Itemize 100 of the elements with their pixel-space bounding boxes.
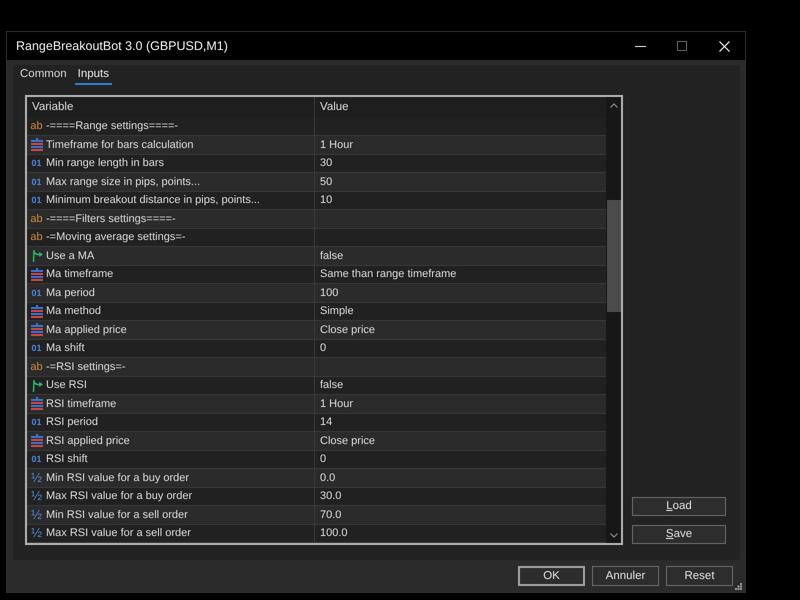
parameter-name: Ma period bbox=[46, 286, 95, 299]
list-icon bbox=[30, 397, 42, 410]
table-row[interactable]: ½ Max RSI value for a sell order 100.0 bbox=[27, 524, 606, 543]
tab[interactable]: Inputs bbox=[74, 66, 112, 85]
column-header: Variable bbox=[31, 101, 74, 114]
table-row[interactable]: 01 Max range size in pips, points... 50 bbox=[27, 173, 606, 192]
parameter-name: Ma applied price bbox=[46, 324, 127, 336]
table-row[interactable]: ½ Min RSI value for a sell order 70.0 bbox=[27, 506, 606, 524]
maximize-icon[interactable] bbox=[677, 41, 687, 51]
parameter-value: 1 Hour bbox=[319, 138, 354, 151]
parameter-value: 30 bbox=[319, 157, 332, 170]
parameter-name: Ma timeframe bbox=[46, 268, 114, 280]
parameter-name: -====Range settings====- bbox=[46, 120, 178, 132]
parameter-value: false bbox=[319, 379, 344, 392]
table-row[interactable]: ab -====Filters settings====- bbox=[27, 210, 606, 228]
number-type-icon: 01 bbox=[30, 453, 43, 466]
parameter-name: Ma shift bbox=[46, 342, 85, 354]
table-row[interactable]: ab -=Moving average settings=- bbox=[27, 228, 606, 247]
parameter-value: 10 bbox=[319, 194, 332, 206]
parameter-name: Timeframe for bars calculation bbox=[46, 138, 194, 151]
parameter-value: 70.0 bbox=[319, 508, 342, 521]
number-type-icon: 01 bbox=[30, 176, 43, 188]
list-icon bbox=[30, 268, 42, 281]
branch-arrow-icon bbox=[30, 378, 42, 392]
list-icon bbox=[30, 434, 42, 448]
parameter-name: RSI period bbox=[46, 416, 98, 428]
parameter-value: false bbox=[319, 250, 344, 262]
dialog-button[interactable]: Reset bbox=[666, 566, 733, 586]
table-row[interactable]: Timeframe for bars calculation 1 Hour bbox=[27, 136, 606, 154]
parameter-value: 30.0 bbox=[319, 490, 342, 502]
table-row[interactable]: 01 Min range length in bars 30 bbox=[27, 154, 606, 173]
parameter-value: 0.0 bbox=[319, 472, 336, 484]
text-type-icon: ab bbox=[30, 212, 43, 225]
table-row[interactable]: RSI applied price Close price bbox=[27, 432, 606, 450]
chevron-up-icon[interactable] bbox=[610, 103, 618, 108]
parameter-name: Max RSI value for a buy order bbox=[46, 490, 192, 502]
text-type-icon: ab bbox=[30, 231, 43, 244]
parameter-value: 100 bbox=[319, 286, 338, 299]
parameter-value: Close price bbox=[319, 434, 376, 447]
number-type-icon: 01 bbox=[30, 157, 43, 170]
parameter-name: Max range size in pips, points... bbox=[46, 176, 200, 188]
fraction-icon: ½ bbox=[30, 527, 43, 540]
table-row[interactable]: 01 Ma period 100 bbox=[27, 284, 606, 302]
table-row[interactable]: Ma timeframe Same than range timeframe bbox=[27, 266, 606, 284]
dialog-button[interactable]: Save bbox=[632, 525, 726, 544]
parameter-value: 1 Hour bbox=[319, 398, 354, 410]
chevron-down-icon[interactable] bbox=[610, 533, 618, 538]
table-row[interactable]: ab -====Range settings====- bbox=[27, 118, 606, 136]
close-icon[interactable] bbox=[718, 40, 730, 52]
table-row[interactable]: 01 Ma shift 0 bbox=[27, 340, 606, 358]
parameter-name: Ma method bbox=[46, 305, 102, 318]
parameter-value: 100.0 bbox=[319, 527, 348, 540]
table-row[interactable]: ½ Max RSI value for a buy order 30.0 bbox=[27, 488, 606, 506]
parameter-value: 0 bbox=[319, 342, 326, 354]
table-row[interactable]: 01 RSI shift 0 bbox=[27, 450, 606, 469]
parameter-name: Min range length in bars bbox=[46, 157, 164, 170]
text-type-icon: ab bbox=[30, 120, 43, 132]
fraction-icon: ½ bbox=[30, 508, 43, 521]
dialog-button[interactable]: Load bbox=[632, 497, 726, 516]
dialog-button[interactable]: Annuler bbox=[592, 566, 659, 586]
tab[interactable]: Common bbox=[17, 66, 70, 85]
parameter-value: 14 bbox=[319, 416, 332, 428]
parameter-name: Minimum breakout distance in pips, points... bbox=[46, 194, 260, 206]
branch-arrow-icon bbox=[30, 249, 42, 262]
column-header: Value bbox=[319, 101, 349, 114]
parameter-name: -=Moving average settings=- bbox=[46, 231, 186, 244]
parameter-name: -=RSI settings=- bbox=[46, 360, 126, 373]
parameter-value: Simple bbox=[319, 305, 354, 318]
table-row[interactable]: Use a MA false bbox=[27, 247, 606, 266]
parameter-value: 0 bbox=[319, 453, 326, 466]
list-icon bbox=[30, 138, 42, 152]
resize-grip-icon[interactable] bbox=[735, 583, 742, 590]
fraction-icon: ½ bbox=[30, 490, 43, 502]
table-row[interactable]: Ma applied price Close price bbox=[27, 321, 606, 340]
table-row[interactable]: 01 RSI period 14 bbox=[27, 414, 606, 432]
parameter-name: Max RSI value for a sell order bbox=[46, 527, 191, 540]
table-row[interactable]: ½ Min RSI value for a buy order 0.0 bbox=[27, 469, 606, 488]
window-title: RangeBreakoutBot 3.0 (GBPUSD,M1) bbox=[16, 39, 229, 53]
number-type-icon: 01 bbox=[30, 342, 43, 354]
number-type-icon: 01 bbox=[30, 416, 43, 428]
table-row[interactable]: RSI timeframe 1 Hour bbox=[27, 395, 606, 414]
parameter-name: RSI shift bbox=[46, 453, 88, 466]
parameter-name: RSI timeframe bbox=[46, 398, 116, 410]
table-row[interactable]: Use RSI false bbox=[27, 376, 606, 395]
table-row[interactable]: ab -=RSI settings=- bbox=[27, 358, 606, 376]
parameter-name: Min RSI value for a sell order bbox=[46, 508, 188, 521]
table-row[interactable]: 01 Minimum breakout distance in pips, points... 10 bbox=[27, 192, 606, 210]
parameter-name: Min RSI value for a buy order bbox=[46, 472, 190, 484]
text-type-icon: ab bbox=[30, 360, 43, 373]
list-icon bbox=[30, 323, 42, 336]
fraction-icon: ½ bbox=[30, 472, 43, 484]
list-icon bbox=[30, 304, 42, 318]
parameter-name: -====Filters settings====- bbox=[46, 212, 176, 225]
scrollbar-thumb[interactable] bbox=[606, 200, 620, 312]
parameter-value: Close price bbox=[319, 324, 376, 336]
parameter-name: RSI applied price bbox=[46, 434, 130, 447]
parameter-value: 50 bbox=[319, 176, 332, 188]
table-row[interactable]: Ma method Simple bbox=[27, 302, 606, 321]
parameter-name: Use RSI bbox=[46, 379, 87, 392]
dialog-button[interactable]: OK bbox=[518, 566, 585, 586]
